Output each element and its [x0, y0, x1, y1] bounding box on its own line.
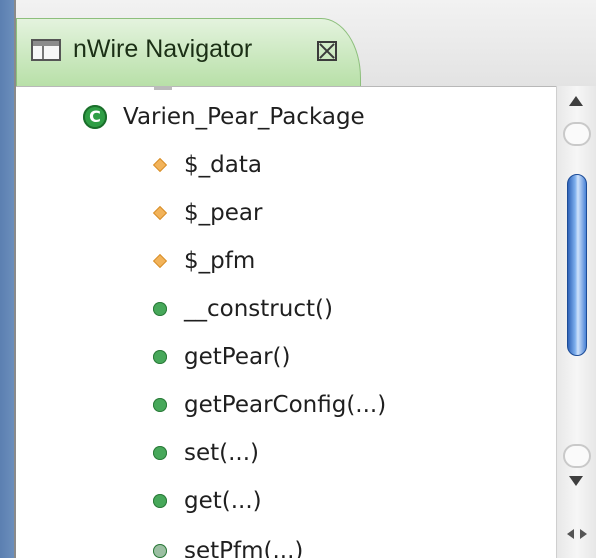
tree-node-method[interactable]: getPearConfig(...) [16, 382, 556, 428]
method-icon [153, 446, 167, 460]
tree-node-label: set(...) [184, 440, 260, 466]
outline-tree: Varien_Pear_Package $_data $_pear $_pfm … [16, 86, 556, 558]
close-tab-icon[interactable] [317, 41, 337, 61]
scroll-track-bottom [563, 444, 591, 468]
navigator-panel: nWire Navigator Varien_Pear_Package $_da… [14, 0, 596, 558]
field-icon [152, 253, 168, 269]
tree-node-class[interactable]: Varien_Pear_Package [16, 94, 556, 140]
method-icon [153, 494, 167, 508]
scroll-down-arrow-icon[interactable] [569, 476, 583, 486]
tree-node-method[interactable]: setPfm(...) [16, 528, 556, 558]
tree-node-method[interactable]: __construct() [16, 286, 556, 332]
method-icon [153, 544, 167, 558]
tree-node-label: getPearConfig(...) [184, 392, 387, 418]
method-icon [153, 350, 167, 364]
tree-node-label: Varien_Pear_Package [123, 104, 365, 130]
field-icon [152, 157, 168, 173]
view-icon [31, 39, 61, 61]
tree-connector [154, 86, 172, 90]
method-icon [153, 398, 167, 412]
tree-node-field[interactable]: $_data [16, 142, 556, 188]
tab-nwire-navigator[interactable]: nWire Navigator [16, 18, 361, 86]
scroll-up-arrow-icon[interactable] [569, 96, 583, 106]
tree-node-label: getPear() [184, 344, 291, 370]
tree-node-method[interactable]: get(...) [16, 478, 556, 524]
tree-node-field[interactable]: $_pfm [16, 238, 556, 284]
tree-node-method[interactable]: set(...) [16, 430, 556, 476]
tree-node-label: get(...) [184, 488, 262, 514]
tab-bar: nWire Navigator [16, 0, 596, 87]
resize-grip-icon[interactable] [567, 526, 587, 542]
field-icon [152, 205, 168, 221]
tree-node-label: __construct() [184, 296, 333, 322]
tree-node-method[interactable]: getPear() [16, 334, 556, 380]
class-icon [83, 105, 107, 129]
method-icon [153, 302, 167, 316]
scroll-track-top [563, 122, 591, 146]
tree-node-label: $_pear [184, 200, 263, 226]
scroll-thumb[interactable] [567, 174, 587, 356]
tree-node-label: $_data [184, 152, 262, 178]
tab-title: nWire Navigator [73, 35, 253, 63]
vertical-scrollbar[interactable] [556, 86, 596, 558]
tree-node-field[interactable]: $_pear [16, 190, 556, 236]
tree-node-label: setPfm(...) [184, 538, 304, 558]
tree-node-label: $_pfm [184, 248, 256, 274]
